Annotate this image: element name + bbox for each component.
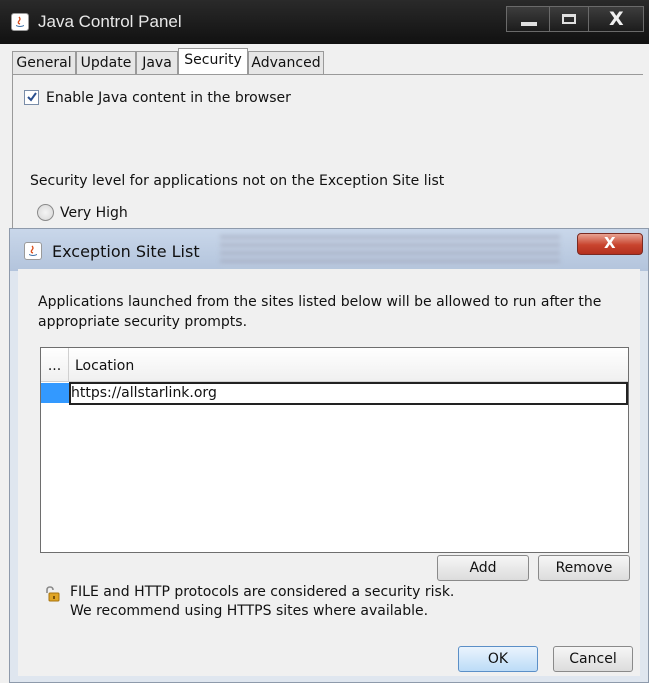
window-title: Java Control Panel — [38, 12, 182, 31]
java-icon — [11, 13, 29, 31]
close-icon: X — [609, 8, 624, 30]
tab-update[interactable]: Update — [76, 51, 136, 74]
maximize-button[interactable] — [549, 6, 589, 32]
tab-general[interactable]: General — [12, 51, 76, 74]
column-header-index[interactable]: ... — [41, 348, 69, 382]
unlocked-padlock-icon — [46, 586, 60, 602]
tab-advanced[interactable]: Advanced — [248, 51, 324, 74]
exception-site-list-dialog: Exception Site List X Applications launc… — [9, 228, 649, 683]
dialog-description: Applications launched from the sites lis… — [38, 294, 602, 330]
close-icon: X — [604, 234, 616, 252]
tab-java[interactable]: Java — [136, 51, 178, 74]
add-button[interactable]: Add — [437, 555, 529, 581]
security-warning-line1: FILE and HTTP protocols are considered a… — [70, 584, 455, 600]
very-high-label: Very High — [60, 205, 128, 221]
ok-button[interactable]: OK — [458, 646, 538, 672]
main-titlebar: Java Control Panel X — [0, 0, 649, 44]
minimize-icon — [521, 22, 537, 26]
maximize-icon — [562, 14, 576, 24]
tab-security[interactable]: Security — [178, 48, 248, 75]
dialog-close-button[interactable]: X — [577, 233, 643, 255]
row-selection-indicator[interactable] — [41, 383, 69, 403]
remove-button[interactable]: Remove — [538, 555, 630, 581]
security-warning-line2: We recommend using HTTPS sites where ava… — [70, 603, 429, 619]
very-high-radio[interactable] — [37, 204, 54, 221]
column-header-location[interactable]: Location — [69, 348, 628, 382]
dialog-titlebar: Exception Site List X — [10, 229, 648, 271]
close-button[interactable]: X — [588, 6, 644, 32]
checkmark-icon — [27, 92, 37, 102]
exception-site-table[interactable]: ... Location https://allstarlink.org — [40, 347, 629, 553]
enable-java-checkbox[interactable] — [24, 90, 39, 105]
blurred-background-text — [220, 235, 560, 267]
minimize-button[interactable] — [506, 6, 550, 32]
cancel-button[interactable]: Cancel — [553, 646, 633, 672]
security-level-label: Security level for applications not on t… — [30, 173, 445, 189]
location-input[interactable]: https://allstarlink.org — [69, 382, 628, 405]
enable-java-label: Enable Java content in the browser — [46, 90, 291, 106]
java-icon — [24, 242, 42, 260]
dialog-title: Exception Site List — [52, 242, 200, 261]
